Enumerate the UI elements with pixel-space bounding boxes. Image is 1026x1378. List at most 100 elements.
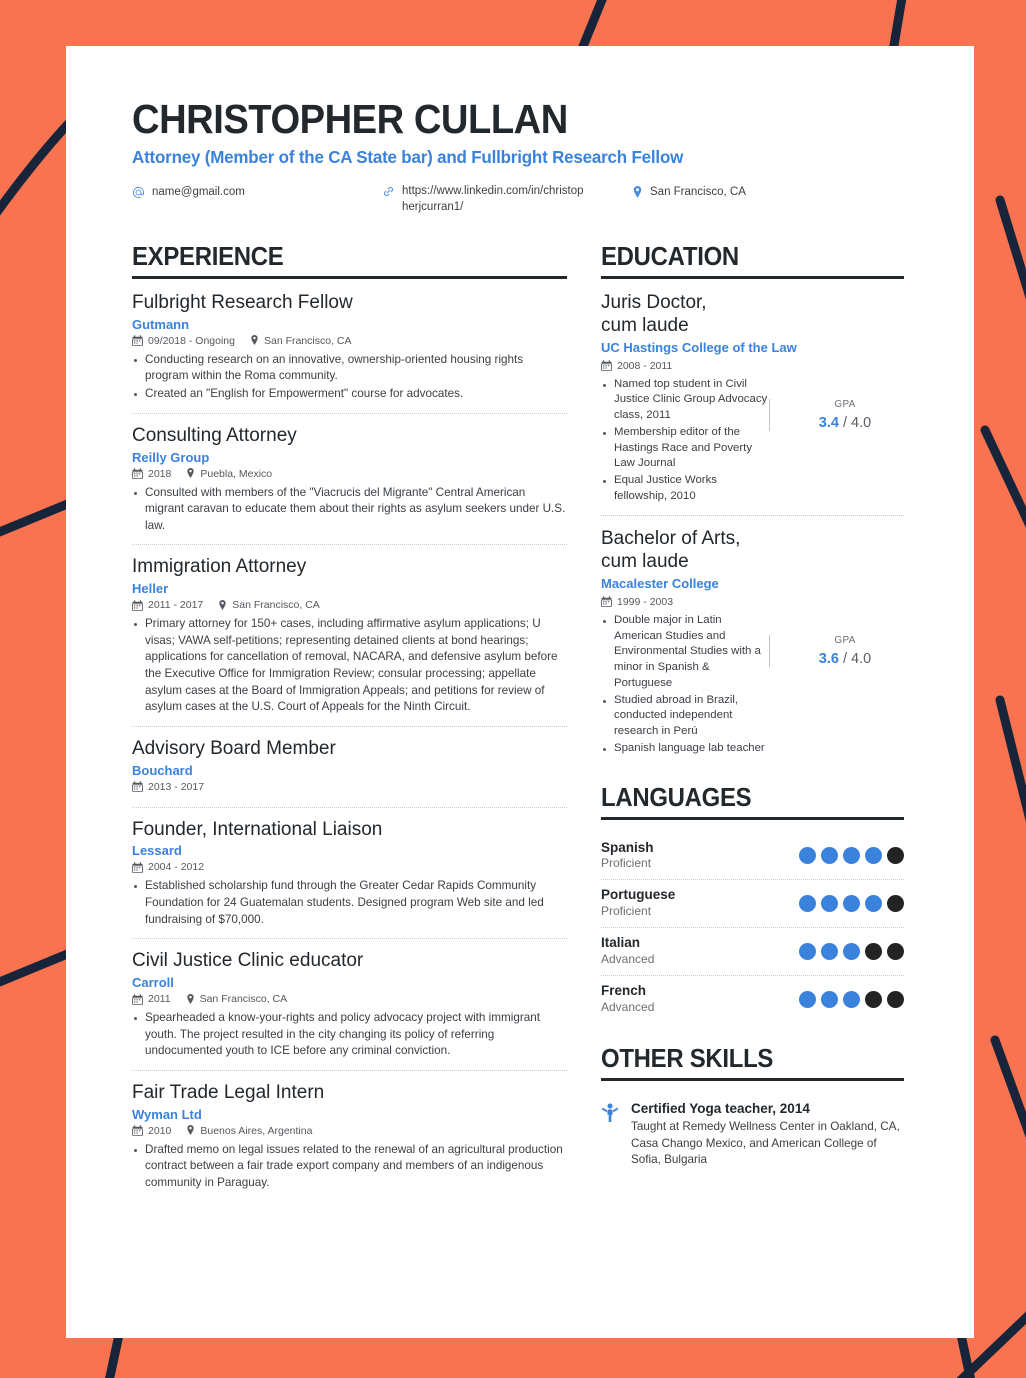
bullet-item: Drafted memo on legal issues related to … — [132, 1142, 567, 1192]
language-level: Advanced — [601, 952, 655, 967]
professional-title: Attorney (Member of the CA State bar) an… — [132, 147, 684, 168]
rating-dot — [865, 942, 882, 960]
education-entry: Juris Doctor, cum laude UC Hastings Colleg… — [601, 292, 904, 517]
entry-date: 2011 - 2017 — [132, 599, 203, 611]
language-level: Proficient — [601, 904, 652, 919]
section-heading-languages: LANGUAGES — [601, 781, 752, 812]
entry-date: 09/2018 - Ongoing — [132, 335, 235, 347]
bullet-item: Created an "English for Empowerment" cou… — [132, 386, 567, 403]
bullet-list: Drafted memo on legal issues related to … — [132, 1142, 567, 1192]
entry-organization: Carroll — [132, 975, 174, 990]
bullet-item: Established scholarship fund through the… — [132, 878, 567, 928]
experience-entry: Fair Trade Legal Intern Wyman Ltd 2010 Buen… — [132, 1082, 567, 1202]
entry-meta: 2008 - 2011 — [601, 360, 904, 372]
degree-title: Juris Doctor, cum laude — [601, 292, 707, 336]
rating-dot — [799, 990, 816, 1008]
entry-location: Buenos Aires, Argentina — [186, 1125, 312, 1137]
yoga-person-icon — [601, 1101, 619, 1128]
entry-date: 2011 — [132, 993, 171, 1005]
location-pin-icon — [632, 185, 643, 203]
skill-title: Certified Yoga teacher, 2014 — [631, 1101, 810, 1117]
rating-dot — [887, 942, 904, 960]
rating-dot — [821, 942, 838, 960]
skill-description: Taught at Remedy Wellness Center in Oakl… — [631, 1120, 900, 1167]
entry-job-title: Founder, International Liaison — [132, 818, 383, 840]
entry-meta: 2011 - 2017 San Francisco, CA — [132, 599, 567, 611]
bullet-list: Conducting research on an innovative, ow… — [132, 352, 567, 403]
entry-job-title: Consulting Attorney — [132, 424, 297, 446]
other-skills-list: Certified Yoga teacher, 2014 Taught at Re… — [601, 1094, 904, 1169]
gpa-box: GPA 3.4 / 4.0 — [769, 398, 904, 431]
entry-organization: Heller — [132, 581, 169, 597]
language-row: Italian Advanced — [601, 928, 904, 977]
experience-entry: Advisory Board Member Bouchard 2013 - 2017 — [132, 738, 567, 808]
gpa-value: 3.6 / 4.0 — [818, 650, 872, 667]
language-rating — [799, 942, 904, 960]
language-rating — [799, 846, 904, 864]
entry-meta: 09/2018 - Ongoing San Francisco, CA — [132, 335, 567, 347]
entry-date: 2018 — [132, 468, 171, 480]
experience-entry: Fulbright Research Fellow Gutmann 09/2018 … — [132, 292, 567, 414]
degree-title: Bachelor of Arts, cum laude — [601, 528, 741, 573]
language-row: French Advanced — [601, 976, 904, 1023]
experience-entry: Immigration Attorney Heller 2011 - 2017 San… — [132, 556, 567, 727]
section-heading-other-skills: OTHER SKILLS — [601, 1043, 774, 1074]
language-name: Spanish — [601, 839, 654, 855]
bullet-item: Membership editor of the Hastings Race a… — [601, 425, 769, 472]
section-heading-experience: EXPERIENCE — [132, 241, 284, 272]
rating-dot — [843, 942, 860, 960]
contact-linkedin-text: https://www.linkedin.com/in/christopherj… — [402, 185, 584, 213]
entry-organization: Bouchard — [132, 762, 193, 778]
entry-location: San Francisco, CA — [250, 335, 352, 347]
rating-dot — [843, 990, 860, 1008]
contact-email[interactable]: name@gmail.com — [132, 184, 382, 203]
bullet-item: Double major in Latin American Studies a… — [601, 613, 769, 692]
language-level: Advanced — [601, 1000, 655, 1015]
language-level: Proficient — [601, 856, 652, 871]
bullet-item: Studied abroad in Brazil, conducted inde… — [601, 693, 769, 740]
experience-entry: Civil Justice Clinic educator Carroll 2011… — [132, 950, 567, 1071]
bullet-list: Double major in Latin American Studies a… — [601, 613, 769, 757]
entry-meta: 2010 Buenos Aires, Argentina — [132, 1125, 567, 1137]
languages-list: Spanish Proficient Portuguese Proficient Ita… — [601, 833, 904, 1024]
language-rating — [799, 990, 904, 1008]
rating-dot — [799, 846, 816, 864]
rating-dot — [887, 846, 904, 864]
rating-dot — [865, 894, 882, 912]
gpa-box: GPA 3.6 / 4.0 — [769, 634, 904, 667]
contact-linkedin[interactable]: https://www.linkedin.com/in/christopherj… — [382, 184, 632, 215]
contact-location-text: San Francisco, CA — [650, 186, 746, 199]
skill-item: Certified Yoga teacher, 2014 Taught at Re… — [601, 1094, 904, 1169]
contact-row: name@gmail.com https://www.linkedin.com/… — [132, 184, 912, 215]
section-rule — [601, 276, 904, 280]
entry-job-title: Fulbright Research Fellow — [132, 292, 353, 314]
resume-header: CHRISTOPHER CULLAN Attorney (Member of t… — [132, 96, 912, 215]
rating-dot — [887, 990, 904, 1008]
entry-job-title: Civil Justice Clinic educator — [132, 950, 364, 972]
entry-date: 2010 — [132, 1125, 171, 1137]
section-rule — [601, 1078, 904, 1082]
entry-organization: Wyman Ltd — [132, 1106, 202, 1122]
experience-entry: Consulting Attorney Reilly Group 2018 Puebl… — [132, 425, 567, 546]
entry-job-title: Fair Trade Legal Intern — [132, 1081, 325, 1103]
rating-dot — [821, 894, 838, 912]
language-rating — [799, 894, 904, 912]
rating-dot — [887, 894, 904, 912]
gpa-label: GPA — [834, 634, 856, 646]
rating-dot — [843, 894, 860, 912]
page-title: CHRISTOPHER CULLAN — [132, 96, 568, 142]
rating-dot — [821, 990, 838, 1008]
bullet-item: Equal Justice Works fellowship, 2010 — [601, 473, 769, 504]
bullet-item: Named top student in Civil Justice Clini… — [601, 377, 769, 424]
rating-dot — [821, 846, 838, 864]
entry-meta: 2013 - 2017 — [132, 781, 567, 793]
bullet-item: Spearheaded a know-your-rights and polic… — [132, 1010, 567, 1060]
gpa-value: 3.4 / 4.0 — [818, 414, 872, 431]
contact-email-text: name@gmail.com — [152, 186, 245, 199]
entry-date: 1999 - 2003 — [601, 596, 673, 608]
rating-dot — [865, 846, 882, 864]
bullet-list: Established scholarship fund through the… — [132, 878, 567, 928]
entry-organization: Reilly Group — [132, 449, 210, 465]
entry-meta: 1999 - 2003 — [601, 596, 904, 608]
entry-location: San Francisco, CA — [218, 599, 320, 611]
